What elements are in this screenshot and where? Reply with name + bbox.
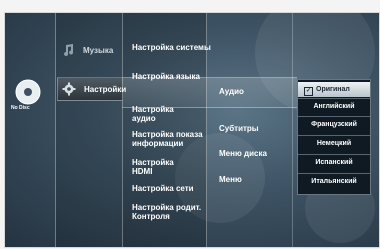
- settings-item-hdmi[interactable]: Настройка HDMI: [132, 158, 182, 176]
- category-label: Настройки: [84, 85, 127, 94]
- settings-item-network[interactable]: Настройка сети: [132, 184, 212, 193]
- option-subtitles[interactable]: Субтитры: [219, 124, 259, 133]
- category-settings[interactable]: Настройки: [57, 77, 127, 101]
- settings-item-language[interactable]: Настройка языка: [132, 72, 202, 81]
- checkbox-icon: ✓: [304, 87, 313, 96]
- option-disc-menu[interactable]: Меню диска: [219, 149, 267, 158]
- dropdown-option-french[interactable]: Французский: [298, 117, 370, 132]
- disc-icon: [15, 79, 41, 105]
- settings-item-system[interactable]: Настройка системы: [132, 43, 212, 52]
- option-audio[interactable]: Аудио: [219, 87, 244, 96]
- audio-language-dropdown[interactable]: ✓ Оригинал Английский Французский Немецки…: [297, 79, 371, 195]
- dropdown-option-original[interactable]: ✓ Оригинал: [298, 82, 370, 97]
- dropdown-option-english[interactable]: Английский: [298, 99, 370, 114]
- dropdown-option-italian[interactable]: Итальянский: [298, 174, 370, 189]
- option-menu[interactable]: Меню: [219, 175, 242, 184]
- menu-screen: No Disc Музыка Настройки Настройка систе…: [4, 12, 380, 248]
- settings-item-parental[interactable]: Настройка родит. Контроля: [132, 203, 206, 221]
- dropdown-option-spanish[interactable]: Испанский: [298, 155, 370, 170]
- gear-icon: [62, 82, 76, 96]
- disc-status-label: No Disc: [11, 105, 30, 111]
- settings-item-audio[interactable]: Настройка аудио: [132, 105, 194, 123]
- music-icon: [64, 44, 74, 56]
- dropdown-option-german[interactable]: Немецкий: [298, 136, 370, 151]
- category-label: Музыка: [83, 46, 114, 55]
- column-divider: [292, 13, 293, 247]
- dropdown-option-label: Оригинал: [316, 86, 350, 93]
- selected-row-highlight: [122, 77, 297, 108]
- category-music[interactable]: Музыка: [57, 39, 121, 61]
- settings-item-info-display[interactable]: Настройка показа информации: [132, 130, 206, 148]
